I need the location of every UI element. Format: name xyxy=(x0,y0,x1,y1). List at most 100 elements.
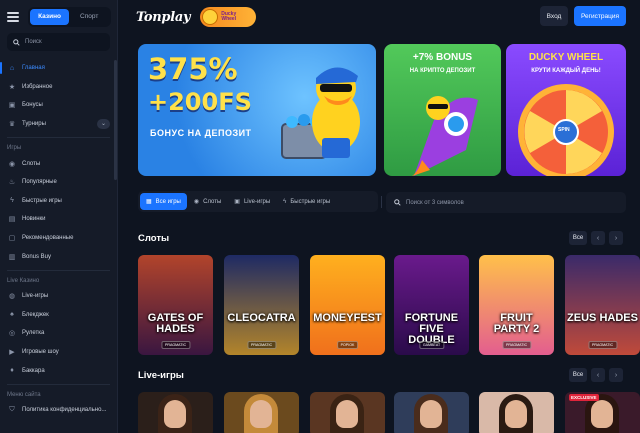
sidebar-item-label: Баккара xyxy=(22,367,45,374)
chevron-down-icon[interactable]: ⌄ xyxy=(97,118,110,129)
game-title: CLEOCATRA xyxy=(227,312,296,324)
filter-tab-label: Слоты xyxy=(203,198,222,205)
filter-tab-live-games[interactable]: ▣ Live-игры xyxy=(228,193,276,210)
tab-casino[interactable]: Казино xyxy=(29,8,70,25)
main-nav: ⌂ Главная ★ Избранное ▣ Бонусы ♛ Турниры ⌄ xyxy=(0,59,117,133)
register-button[interactable]: Регистрация xyxy=(574,6,626,26)
sidebar-item-blackjack[interactable]: ♠ Блекджек xyxy=(0,306,117,325)
sidebar-item-live-games[interactable]: ◍ Live-игры xyxy=(0,287,117,306)
live-prev-button[interactable]: ‹ xyxy=(591,368,605,382)
lightning-icon: ϟ xyxy=(283,198,287,205)
gift-icon: ▣ xyxy=(8,102,16,110)
lightning-icon: ϟ xyxy=(10,197,14,205)
sidebar-item-slots[interactable]: ◉ Слоты xyxy=(0,154,117,173)
dealer-face xyxy=(591,400,613,428)
game-title: MONEYFEST xyxy=(313,312,382,324)
live-game-card[interactable] xyxy=(479,392,554,433)
tab-sport[interactable]: Спорт xyxy=(69,9,109,25)
banner-free-spins: +200FS xyxy=(148,88,252,116)
game-card[interactable]: MONEYFEST POPIOK xyxy=(310,255,385,355)
grid-icon: ▦ xyxy=(146,199,152,205)
sidebar-item-label: Рекомендованные xyxy=(22,235,74,242)
game-title: FRUIT PARTY 2 xyxy=(493,312,540,335)
promo-label: Ducky Wheel xyxy=(221,11,236,23)
sidebar-item-baccarat[interactable]: ♦ Баккара xyxy=(0,361,117,380)
section-switcher: Казино Спорт xyxy=(27,6,111,27)
dealer-face xyxy=(250,400,272,428)
section-title-games: Игры xyxy=(7,145,22,152)
sidebar-item-home[interactable]: ⌂ Главная xyxy=(0,59,117,78)
sidebar-search-input[interactable]: Поиск xyxy=(7,33,110,51)
games-nav: ◉ Слоты ♨ Популярные ϟ Быстрые игры ▤ Новинк… xyxy=(0,154,117,266)
game-provider-badge: POPIOK xyxy=(336,341,359,349)
filter-tab-label: Быстрые игры xyxy=(290,198,331,205)
sidebar-item-label: Популярные xyxy=(22,179,57,186)
menu-icon[interactable] xyxy=(7,11,19,22)
live-game-card[interactable] xyxy=(224,392,299,433)
sidebar-scrollbar[interactable] xyxy=(114,60,117,180)
bag-icon: ▥ xyxy=(8,253,16,261)
category-filter-bar: ▦ Все игры ◉ Слоты ▣ Live-игры ϟ Быстрые игр… xyxy=(138,191,378,212)
filter-tab-slots[interactable]: ◉ Слоты xyxy=(188,193,227,210)
live-game-card[interactable] xyxy=(394,392,469,433)
thumb-icon: ▢ xyxy=(8,235,16,243)
game-title: ZEUS HADES xyxy=(567,312,638,324)
game-provider-badge: PRAGMATIC xyxy=(246,341,277,349)
sidebar-item-fast-games[interactable]: ϟ Быстрые игры xyxy=(0,192,117,211)
live-icon: ◍ xyxy=(8,293,16,301)
sidebar-item-label: Турниры xyxy=(22,121,46,128)
game-card[interactable]: FORTUNE FIVE DOUBLE GAMBEAT xyxy=(394,255,469,355)
sidebar-item-new[interactable]: ▤ Новинки xyxy=(0,210,117,229)
sidebar-item-roulette[interactable]: ◎ Рулетка xyxy=(0,324,117,343)
sidebar-item-label: Рулетка xyxy=(22,330,45,337)
sidebar-search-placeholder: Поиск xyxy=(25,39,42,45)
slots-view-all-button[interactable]: Все xyxy=(569,231,587,245)
live-game-card[interactable] xyxy=(138,392,213,433)
sidebar-item-recommended[interactable]: ▢ Рекомендованные xyxy=(0,229,117,248)
game-provider-badge: GAMBEAT xyxy=(418,341,445,349)
chevron-right-icon: › xyxy=(614,234,618,242)
game-card[interactable]: ZEUS HADES PRAGMATIC xyxy=(565,255,640,355)
baccarat-icon: ♦ xyxy=(10,367,14,375)
wheel-banner-subtitle: КРУТИ КАЖДЫЙ ДЕНЬ! xyxy=(531,68,601,74)
divider xyxy=(381,196,382,208)
deposit-bonus-banner[interactable]: 375% +200FS БОНУС НА ДЕПОЗИТ xyxy=(138,44,376,176)
game-card[interactable]: FRUIT PARTY 2 PRAGMATIC xyxy=(479,255,554,355)
sidebar-item-tournaments[interactable]: ♛ Турниры ⌄ xyxy=(0,115,117,134)
dealer-face xyxy=(164,400,186,428)
live-game-card[interactable]: EXCLUSIVE xyxy=(565,392,640,433)
slots-next-button[interactable]: › xyxy=(609,231,623,245)
sidebar-item-label: Бонусы xyxy=(22,102,43,109)
live-game-card[interactable] xyxy=(310,392,385,433)
sidebar-item-label: Политика конфиденциально... xyxy=(22,407,107,414)
filter-tab-fast-games[interactable]: ϟ Быстрые игры xyxy=(277,193,336,210)
game-title: GATES OF HADES xyxy=(147,312,204,335)
exclusive-badge: EXCLUSIVE xyxy=(569,394,599,401)
live-next-button[interactable]: › xyxy=(609,368,623,382)
sidebar-item-popular[interactable]: ♨ Популярные xyxy=(0,173,117,192)
slots-icon: ◉ xyxy=(193,199,200,205)
section-title-site-menu: Меню сайта xyxy=(7,391,41,398)
ducky-wheel-banner[interactable]: DUCKY WHEEL КРУТИ КАЖДЫЙ ДЕНЬ! SPIN xyxy=(506,44,626,176)
sidebar-item-privacy-policy[interactable]: ⛉ Политика конфиденциально... xyxy=(0,401,117,420)
site-logo[interactable]: Tonplay xyxy=(136,10,191,25)
game-provider-badge: PRAGMATIC xyxy=(501,341,532,349)
game-search-input[interactable]: Поиск от 3 символов xyxy=(386,192,626,213)
game-card[interactable]: CLEOCATRA PRAGMATIC xyxy=(224,255,299,355)
cards-icon: ♠ xyxy=(10,311,14,319)
ducky-wheel-promo-button[interactable]: Ducky Wheel xyxy=(200,7,257,27)
sidebar-item-bonus-buy[interactable]: ▥ Bonus Buy xyxy=(0,247,117,266)
login-button[interactable]: Вход xyxy=(540,6,568,26)
live-icon: ▣ xyxy=(234,199,240,205)
filter-tab-all-games[interactable]: ▦ Все игры xyxy=(140,193,187,210)
crypto-bonus-banner[interactable]: +7% BONUS НА КРИПТО ДЕПОЗИТ xyxy=(384,44,501,176)
slots-prev-button[interactable]: ‹ xyxy=(591,231,605,245)
trophy-icon: ♛ xyxy=(8,121,16,129)
sidebar-item-favorites[interactable]: ★ Избранное xyxy=(0,78,117,97)
filter-tab-label: Все игры xyxy=(155,198,181,205)
game-card[interactable]: GATES OF HADES PRAGMATIC xyxy=(138,255,213,355)
sidebar-item-game-shows[interactable]: ▶ Игровые шоу xyxy=(0,343,117,362)
show-icon: ▶ xyxy=(9,349,15,357)
live-view-all-button[interactable]: Все xyxy=(569,368,587,382)
sidebar-item-bonuses[interactable]: ▣ Бонусы xyxy=(0,96,117,115)
